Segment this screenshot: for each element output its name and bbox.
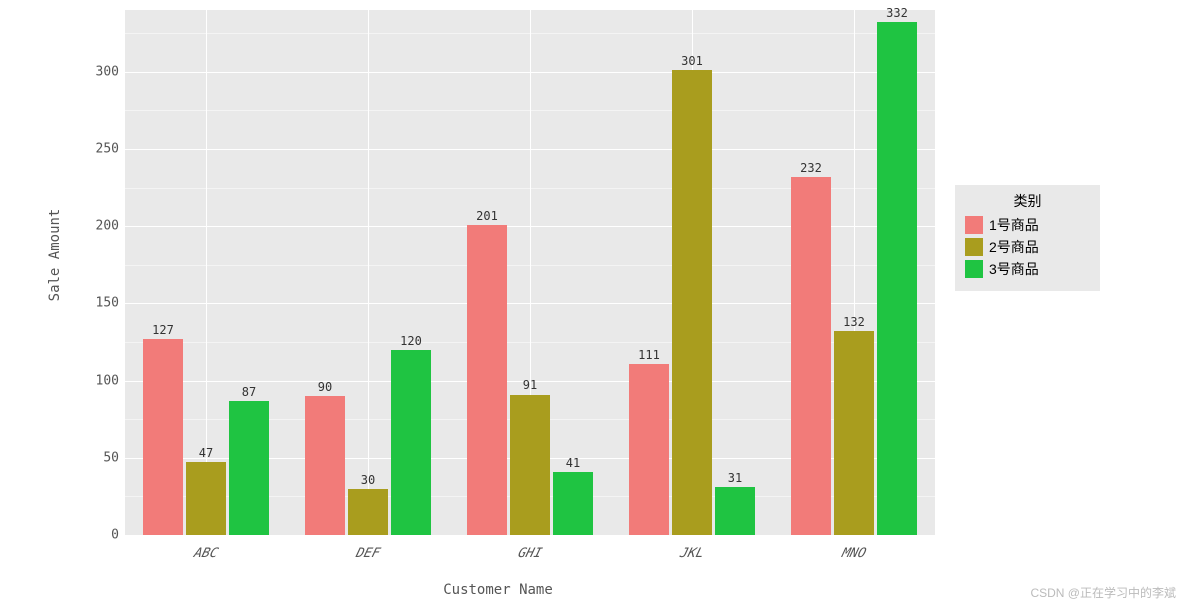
y-tick-label: 250 [96,141,119,156]
chart-root: Sale Amount Customer Name 0 50 100 150 200 25… [0,0,1184,605]
bar [510,395,550,536]
x-tick-label: DEF [354,546,382,561]
bar-value-label: 41 [566,456,580,470]
bar [629,364,669,535]
bar [672,70,712,535]
bar [348,489,388,535]
bar [553,472,593,535]
bar-value-label: 232 [800,161,822,175]
bar-value-label: 120 [400,334,422,348]
y-tick-label: 0 [111,528,119,543]
y-axis-label: Sale Amount [47,209,63,302]
bar-value-label: 30 [361,473,375,487]
watermark: CSDN @正在学习中的李斌 [1030,584,1176,601]
legend: 类别 1号商品2号商品3号商品 [955,185,1100,291]
legend-item: 3号商品 [965,259,1090,279]
bar-value-label: 301 [681,54,703,68]
plot-area: 12747879030120201914111130131232132332 [125,10,935,535]
bar [791,177,831,535]
legend-label: 3号商品 [989,259,1039,279]
bar [143,339,183,535]
bar-value-label: 132 [843,315,865,329]
bar [186,462,226,535]
grid-line-h [125,535,935,536]
legend-swatch [965,260,983,278]
bar-value-label: 47 [199,446,213,460]
legend-swatch [965,238,983,256]
bar [391,350,431,535]
bar [715,487,755,535]
legend-swatch [965,216,983,234]
bar [467,225,507,535]
x-tick-label: MNO [840,546,868,561]
bar-value-label: 111 [638,348,660,362]
bar [834,331,874,535]
x-tick-label: ABC [192,546,220,561]
legend-label: 2号商品 [989,237,1039,257]
bar-value-label: 90 [318,380,332,394]
y-tick-label: 150 [96,296,119,311]
bar-value-label: 201 [476,209,498,223]
bar [877,22,917,535]
bar-value-label: 127 [152,323,174,337]
x-axis-label: Customer Name [443,582,553,598]
y-tick-container: 050100150200250300 [75,10,125,535]
y-tick-label: 200 [96,219,119,234]
y-tick-label: 300 [96,64,119,79]
bar-value-label: 91 [523,378,537,392]
legend-item: 2号商品 [965,237,1090,257]
bar [229,401,269,535]
grid-line-v [368,10,369,535]
y-tick-label: 100 [96,373,119,388]
x-tick-label: JKL [678,546,706,561]
legend-items: 1号商品2号商品3号商品 [965,215,1090,279]
bar-value-label: 31 [728,471,742,485]
bar [305,396,345,535]
legend-label: 1号商品 [989,215,1039,235]
legend-title: 类别 [965,191,1090,211]
bar-value-label: 332 [886,6,908,20]
legend-item: 1号商品 [965,215,1090,235]
x-tick-container: ABC DEF GHI JKL MNO [125,540,935,580]
y-tick-label: 50 [103,450,119,465]
bar-value-label: 87 [242,385,256,399]
x-tick-label: GHI [516,546,544,561]
